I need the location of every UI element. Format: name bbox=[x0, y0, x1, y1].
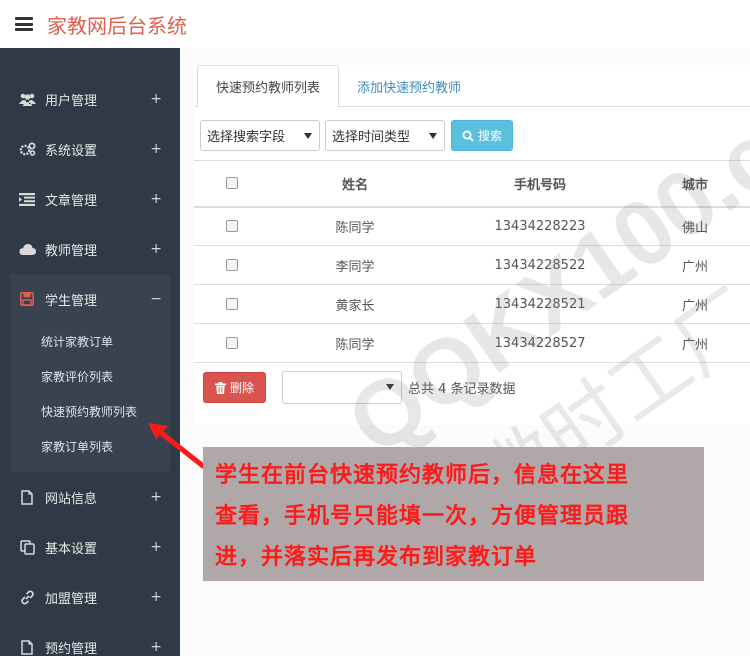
cloud-icon bbox=[18, 241, 36, 257]
table-row: 李同学 13434228522 广州 bbox=[194, 245, 750, 285]
filter-bar: 选择搜索字段 选择时间类型 搜索 bbox=[200, 120, 513, 151]
sidebar-item-label: 教师管理 bbox=[45, 243, 98, 259]
file-icon bbox=[18, 639, 36, 655]
search-icon bbox=[462, 130, 474, 142]
sidebar-item-teachers[interactable]: 教师管理 + bbox=[0, 224, 180, 274]
users-icon bbox=[18, 91, 36, 107]
row-checkbox[interactable] bbox=[226, 337, 238, 349]
expand-icon: + bbox=[150, 589, 162, 605]
sidebar-item-label: 学生管理 bbox=[45, 293, 98, 309]
select-all-checkbox[interactable] bbox=[226, 177, 238, 190]
booking-table: 姓名 手机号码 城市 陈同学 13434228223 佛山 李同学 134342… bbox=[194, 160, 750, 363]
annotation-line: 学生在前台快速预约教师后，信息在这里 bbox=[215, 463, 630, 488]
cell-city: 广州 bbox=[640, 245, 750, 285]
sidebar-item-franchise[interactable]: 加盟管理 + bbox=[0, 572, 180, 622]
top-header: 家教网后台系统 bbox=[0, 0, 750, 48]
sidebar-item-bookings[interactable]: 预约管理 + bbox=[0, 622, 180, 656]
chevron-down-icon bbox=[386, 384, 394, 390]
cell-city: 广州 bbox=[640, 284, 750, 324]
sidebar-item-label: 用户管理 bbox=[45, 93, 98, 109]
column-header-city: 城市 bbox=[640, 160, 750, 208]
save-icon bbox=[18, 291, 36, 307]
table-row: 陈同学 13434228223 佛山 bbox=[194, 206, 750, 246]
cell-name: 陈同学 bbox=[270, 206, 440, 246]
cell-phone: 13434228522 bbox=[440, 245, 640, 285]
sidebar-item-label: 加盟管理 bbox=[45, 591, 98, 607]
tab-add-quick-booking[interactable]: 添加快速预约教师 bbox=[357, 65, 461, 108]
cell-phone: 13434228521 bbox=[440, 284, 640, 324]
gears-icon bbox=[18, 141, 36, 157]
sidebar-item-label: 文章管理 bbox=[45, 193, 98, 209]
sidebar: 用户管理 + 系统设置 + 文章管理 + 教师管理 + 学生管理 − 统计家教订… bbox=[0, 48, 180, 656]
sidebar-item-students[interactable]: 学生管理 − bbox=[10, 274, 170, 324]
row-checkbox[interactable] bbox=[226, 298, 238, 310]
chevron-down-icon bbox=[304, 133, 312, 139]
link-icon bbox=[18, 589, 36, 605]
cell-city: 佛山 bbox=[640, 206, 750, 246]
sidebar-item-system-settings[interactable]: 系统设置 + bbox=[0, 124, 180, 174]
trash-icon bbox=[214, 381, 226, 394]
menu-toggle-icon[interactable] bbox=[15, 17, 33, 31]
search-button[interactable]: 搜索 bbox=[451, 120, 513, 151]
annotation-line: 进，并落实后再发布到家教订单 bbox=[215, 545, 538, 570]
delete-button[interactable]: 删除 bbox=[203, 372, 266, 403]
sidebar-item-label: 网站信息 bbox=[45, 491, 98, 507]
search-button-label: 搜索 bbox=[477, 129, 502, 143]
chevron-down-icon bbox=[429, 133, 437, 139]
expand-icon: + bbox=[150, 639, 162, 655]
row-checkbox[interactable] bbox=[226, 259, 238, 271]
annotation-line: 查看，手机号只能填一次，方便管理员跟 bbox=[215, 504, 630, 529]
list-icon bbox=[18, 191, 36, 207]
column-header-name: 姓名 bbox=[270, 160, 440, 208]
row-checkbox[interactable] bbox=[226, 220, 238, 233]
sidebar-item-label: 预约管理 bbox=[45, 641, 98, 656]
table-header-row: 姓名 手机号码 城市 bbox=[194, 160, 750, 208]
expand-icon: + bbox=[150, 241, 162, 257]
total-records-text: 总共 4 条记录数据 bbox=[408, 382, 516, 397]
delete-button-label: 删除 bbox=[229, 381, 254, 395]
expand-icon: + bbox=[150, 489, 162, 505]
time-type-select[interactable]: 选择时间类型 bbox=[325, 120, 445, 151]
sidebar-item-articles[interactable]: 文章管理 + bbox=[0, 174, 180, 224]
annotation-arrow-icon bbox=[148, 423, 206, 469]
time-type-select-value: 选择时间类型 bbox=[332, 130, 411, 145]
annotation-box: 学生在前台快速预约教师后，信息在这里 查看，手机号只能填一次，方便管理员跟 进，… bbox=[203, 447, 704, 581]
sidebar-item-site-info[interactable]: 网站信息 + bbox=[0, 472, 180, 522]
column-header-phone: 手机号码 bbox=[440, 160, 640, 208]
app-title: 家教网后台系统 bbox=[47, 13, 187, 38]
table-row: 黄家长 13434228521 广州 bbox=[194, 284, 750, 324]
search-field-select[interactable]: 选择搜索字段 bbox=[200, 120, 320, 151]
cell-name: 陈同学 bbox=[270, 323, 440, 363]
cell-phone: 13434228527 bbox=[440, 323, 640, 363]
table-row: 陈同学 13434228527 广州 bbox=[194, 323, 750, 363]
cell-city: 广州 bbox=[640, 323, 750, 363]
copy-icon bbox=[18, 539, 36, 555]
expand-icon: + bbox=[150, 191, 162, 207]
file-icon bbox=[18, 489, 36, 505]
tab-quick-booking-list[interactable]: 快速预约教师列表 bbox=[197, 65, 339, 108]
sidebar-item-label: 系统设置 bbox=[45, 143, 98, 159]
cell-name: 李同学 bbox=[270, 245, 440, 285]
page-size-select[interactable] bbox=[282, 371, 402, 404]
expand-icon: + bbox=[150, 539, 162, 555]
sidebar-item-users[interactable]: 用户管理 + bbox=[0, 74, 180, 124]
table-footer: 删除 总共 4 条记录数据 bbox=[203, 371, 516, 404]
search-field-select-value: 选择搜索字段 bbox=[207, 130, 286, 145]
submenu-item-reviews[interactable]: 家教评价列表 bbox=[10, 359, 170, 394]
tab-bar: 快速预约教师列表 添加快速预约教师 bbox=[194, 65, 750, 108]
sidebar-item-basic-settings[interactable]: 基本设置 + bbox=[0, 522, 180, 572]
expand-icon: + bbox=[150, 91, 162, 107]
cell-name: 黄家长 bbox=[270, 284, 440, 324]
sidebar-item-label: 基本设置 bbox=[45, 541, 98, 557]
cell-phone: 13434228223 bbox=[440, 206, 640, 246]
submenu-item-order-stats[interactable]: 统计家教订单 bbox=[10, 324, 170, 359]
collapse-icon: − bbox=[150, 291, 162, 307]
expand-icon: + bbox=[150, 141, 162, 157]
